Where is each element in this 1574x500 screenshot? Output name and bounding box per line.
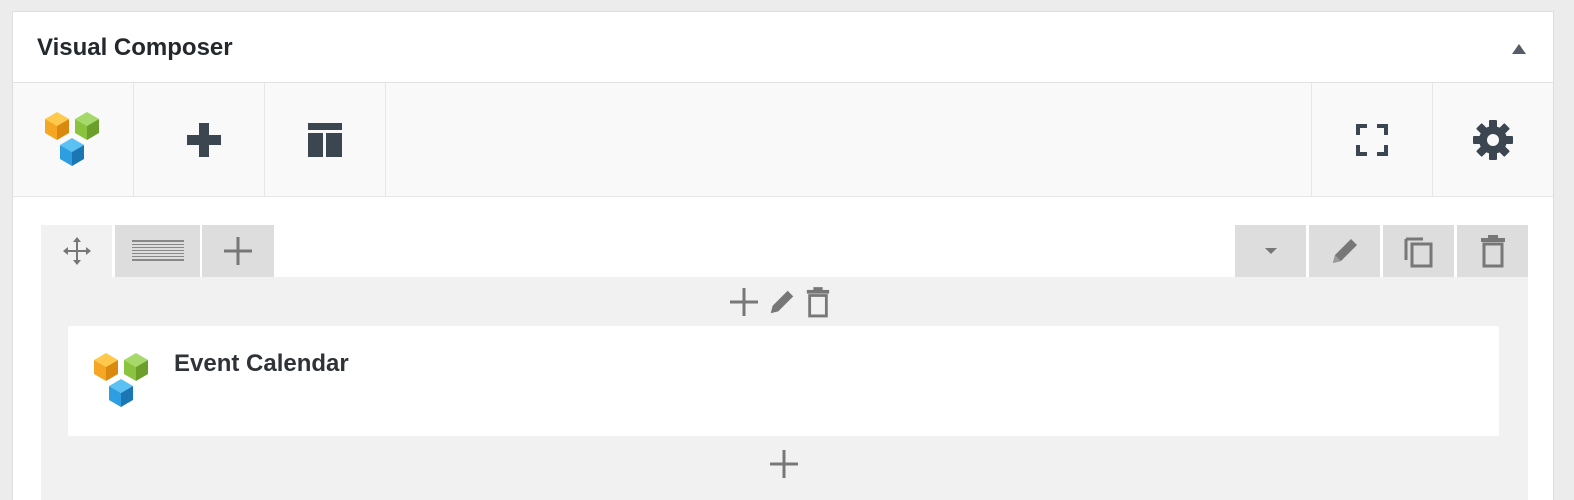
column-add-button[interactable] (729, 287, 759, 317)
fullscreen-button[interactable] (1311, 83, 1432, 196)
trash-icon (806, 287, 830, 318)
visual-composer-panel: Visual Composer Event Calendar (12, 11, 1554, 500)
row-move-handle[interactable] (41, 225, 112, 277)
column-edit-button[interactable] (767, 287, 797, 317)
layout-template-icon (308, 122, 342, 157)
gear-icon (1473, 119, 1513, 160)
vc-logo-icon (45, 111, 99, 166)
column-delete-button[interactable] (805, 286, 831, 318)
panel-title: Visual Composer (37, 34, 233, 61)
plus-icon (224, 237, 252, 265)
templates-button[interactable] (265, 83, 386, 196)
add-element-button[interactable] (144, 83, 265, 196)
row-controls (1235, 225, 1528, 277)
move-icon (62, 237, 91, 265)
row-clone-button[interactable] (1383, 225, 1454, 277)
event-calendar-element[interactable]: Event Calendar (68, 326, 1499, 436)
vc-logo-icon (94, 353, 148, 407)
plus-icon (187, 122, 221, 157)
panel-header[interactable]: Visual Composer (13, 12, 1553, 83)
add-element-bottom-button[interactable] (769, 449, 799, 479)
copy-icon (1404, 237, 1432, 268)
row-column: Event Calendar (41, 277, 1528, 500)
column-layout-icon (131, 240, 184, 261)
vc-row: Event Calendar (41, 225, 1528, 500)
column-controls (729, 286, 831, 318)
fullscreen-icon (1356, 123, 1388, 156)
settings-button[interactable] (1432, 83, 1553, 196)
caret-down-icon (1264, 248, 1277, 254)
plus-icon (770, 450, 798, 478)
pencil-icon (770, 290, 794, 314)
plus-icon (730, 288, 758, 316)
vc-toolbar (13, 83, 1553, 197)
row-add-column-button[interactable] (202, 225, 274, 277)
triangle-up-icon[interactable] (1511, 43, 1527, 55)
trash-icon (1480, 235, 1505, 268)
element-title: Event Calendar (174, 350, 349, 377)
vc-logo-button[interactable] (13, 83, 134, 196)
row-layout-button[interactable] (115, 225, 200, 277)
row-toggle-button[interactable] (1235, 225, 1306, 277)
row-delete-button[interactable] (1457, 225, 1528, 277)
pencil-icon (1332, 239, 1357, 263)
row-edit-button[interactable] (1309, 225, 1380, 277)
